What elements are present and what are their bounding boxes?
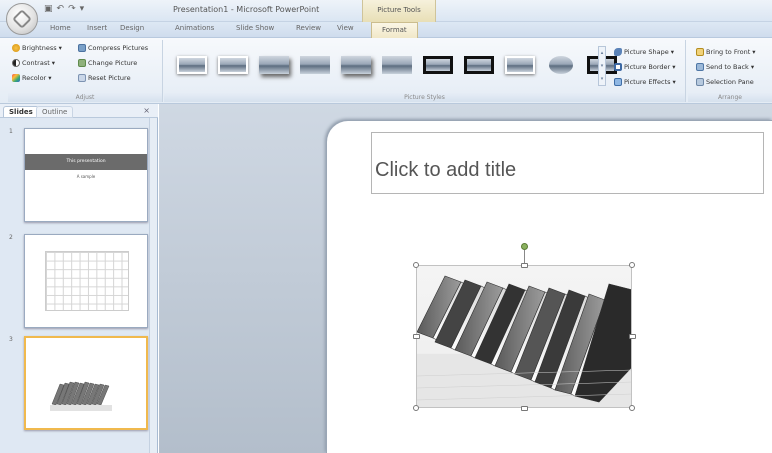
change-picture-icon (78, 59, 86, 67)
picture-border-icon (614, 63, 622, 71)
slide-number: 3 (9, 336, 13, 343)
reset-picture-button[interactable]: Reset Picture (78, 74, 131, 82)
adjust-group: Brightness ▾ Contrast ▾ Recolor ▾ Compress … (8, 40, 163, 102)
qat-dropdown-icon[interactable]: ▾ (80, 4, 85, 14)
ribbon-tabs: Home Insert Design Animations Slide Show… (0, 22, 772, 38)
tab-outline[interactable]: Outline (36, 106, 74, 118)
undo-icon[interactable]: ↶ (57, 4, 65, 14)
save-icon[interactable]: ▣ (44, 4, 53, 14)
pane-tabs: Slides Outline × (0, 104, 158, 118)
bring-to-front-button[interactable]: Bring to Front ▾ (696, 48, 756, 56)
office-button[interactable] (6, 3, 38, 35)
slides-pane: Slides Outline × 1 This presentation A s… (0, 104, 158, 453)
redo-icon[interactable]: ↷ (68, 4, 76, 14)
resize-handle-bottom[interactable] (521, 406, 528, 411)
tab-review[interactable]: Review (296, 24, 321, 32)
picture-style-10[interactable] (543, 52, 579, 78)
picture-style-6[interactable] (379, 52, 415, 78)
brightness-icon (12, 44, 20, 52)
tab-view[interactable]: View (337, 24, 354, 32)
recolor-icon (12, 74, 20, 82)
contrast-button[interactable]: Contrast ▾ (12, 59, 55, 67)
ribbon: Brightness ▾ Contrast ▾ Recolor ▾ Compress … (0, 38, 772, 104)
slide-number: 1 (9, 128, 13, 135)
arrange-group-label: Arrange (688, 93, 772, 102)
resize-handle-bottom-left[interactable] (413, 405, 419, 411)
picture-style-7[interactable] (420, 52, 456, 78)
books-image (417, 275, 631, 407)
picture-border-button[interactable]: Picture Border ▾ (614, 63, 675, 71)
slide-thumbnail-1[interactable]: This presentation A sample (24, 128, 148, 222)
change-picture-button[interactable]: Change Picture (78, 59, 137, 67)
contrast-icon (12, 59, 20, 67)
picture-style-2[interactable] (215, 52, 251, 78)
picture-effects-button[interactable]: Picture Effects ▾ (614, 78, 676, 86)
arrange-group: Bring to Front ▾ Send to Back ▾ Selection … (688, 40, 772, 102)
resize-handle-right[interactable] (629, 334, 636, 339)
adjust-group-label: Adjust (8, 93, 162, 102)
pane-scrollbar[interactable] (149, 118, 157, 453)
picture-shape-button[interactable]: Picture Shape ▾ (614, 48, 674, 56)
tab-design[interactable]: Design (120, 24, 144, 32)
picture-styles-label: Picture Styles (164, 93, 685, 102)
close-icon[interactable]: × (143, 106, 150, 115)
slide-thumbnail-2[interactable] (24, 234, 148, 328)
compress-pictures-button[interactable]: Compress Pictures (78, 44, 148, 52)
resize-handle-bottom-right[interactable] (629, 405, 635, 411)
table-grid-icon (45, 251, 129, 311)
gallery-scroll[interactable]: ▴ ▾ ▾ (598, 46, 606, 86)
thumbnail-subtitle: A sample (76, 174, 96, 179)
title-placeholder-text: Click to add title (375, 159, 517, 181)
office-logo-icon (12, 9, 32, 29)
tab-animations[interactable]: Animations (175, 24, 214, 32)
send-to-back-button[interactable]: Send to Back ▾ (696, 63, 754, 71)
selection-pane-icon (696, 78, 704, 86)
rotate-handle[interactable] (521, 243, 528, 250)
title-bar: ▣ ↶ ↷ ▾ Presentation1 - Microsoft PowerP… (0, 0, 772, 22)
bring-to-front-icon (696, 48, 704, 56)
books-picture[interactable] (416, 265, 632, 408)
tab-home[interactable]: Home (50, 24, 71, 32)
send-to-back-icon (696, 63, 704, 71)
slide-thumbnail-3[interactable] (24, 336, 148, 430)
picture-style-8[interactable] (461, 52, 497, 78)
tab-format[interactable]: Format (371, 22, 418, 38)
reset-picture-icon (78, 74, 86, 82)
thumbnail-title: This presentation (25, 154, 147, 170)
books-thumbnail-icon (50, 381, 112, 411)
picture-styles-gallery (168, 44, 617, 86)
slide-number: 2 (9, 234, 13, 241)
resize-handle-top[interactable] (521, 263, 528, 268)
picture-tools-label: Picture Tools (362, 0, 436, 22)
resize-handle-top-left[interactable] (413, 262, 419, 268)
window-title: Presentation1 - Microsoft PowerPoint (173, 5, 320, 14)
quick-access-toolbar: ▣ ↶ ↷ ▾ (44, 4, 84, 14)
picture-style-3[interactable] (256, 52, 292, 78)
picture-style-5[interactable] (338, 52, 374, 78)
resize-handle-top-right[interactable] (629, 262, 635, 268)
brightness-button[interactable]: Brightness ▾ (12, 44, 62, 52)
resize-handle-left[interactable] (413, 334, 420, 339)
selection-pane-button[interactable]: Selection Pane (696, 78, 754, 86)
recolor-button[interactable]: Recolor ▾ (12, 74, 52, 82)
picture-style-4[interactable] (297, 52, 333, 78)
tab-slide-show[interactable]: Slide Show (236, 24, 274, 32)
tab-slides[interactable]: Slides (3, 106, 39, 117)
tab-insert[interactable]: Insert (87, 24, 107, 32)
picture-style-9[interactable] (502, 52, 538, 78)
picture-effects-icon (614, 78, 622, 86)
picture-style-1[interactable] (174, 52, 210, 78)
compress-icon (78, 44, 86, 52)
picture-shape-icon (614, 48, 622, 56)
